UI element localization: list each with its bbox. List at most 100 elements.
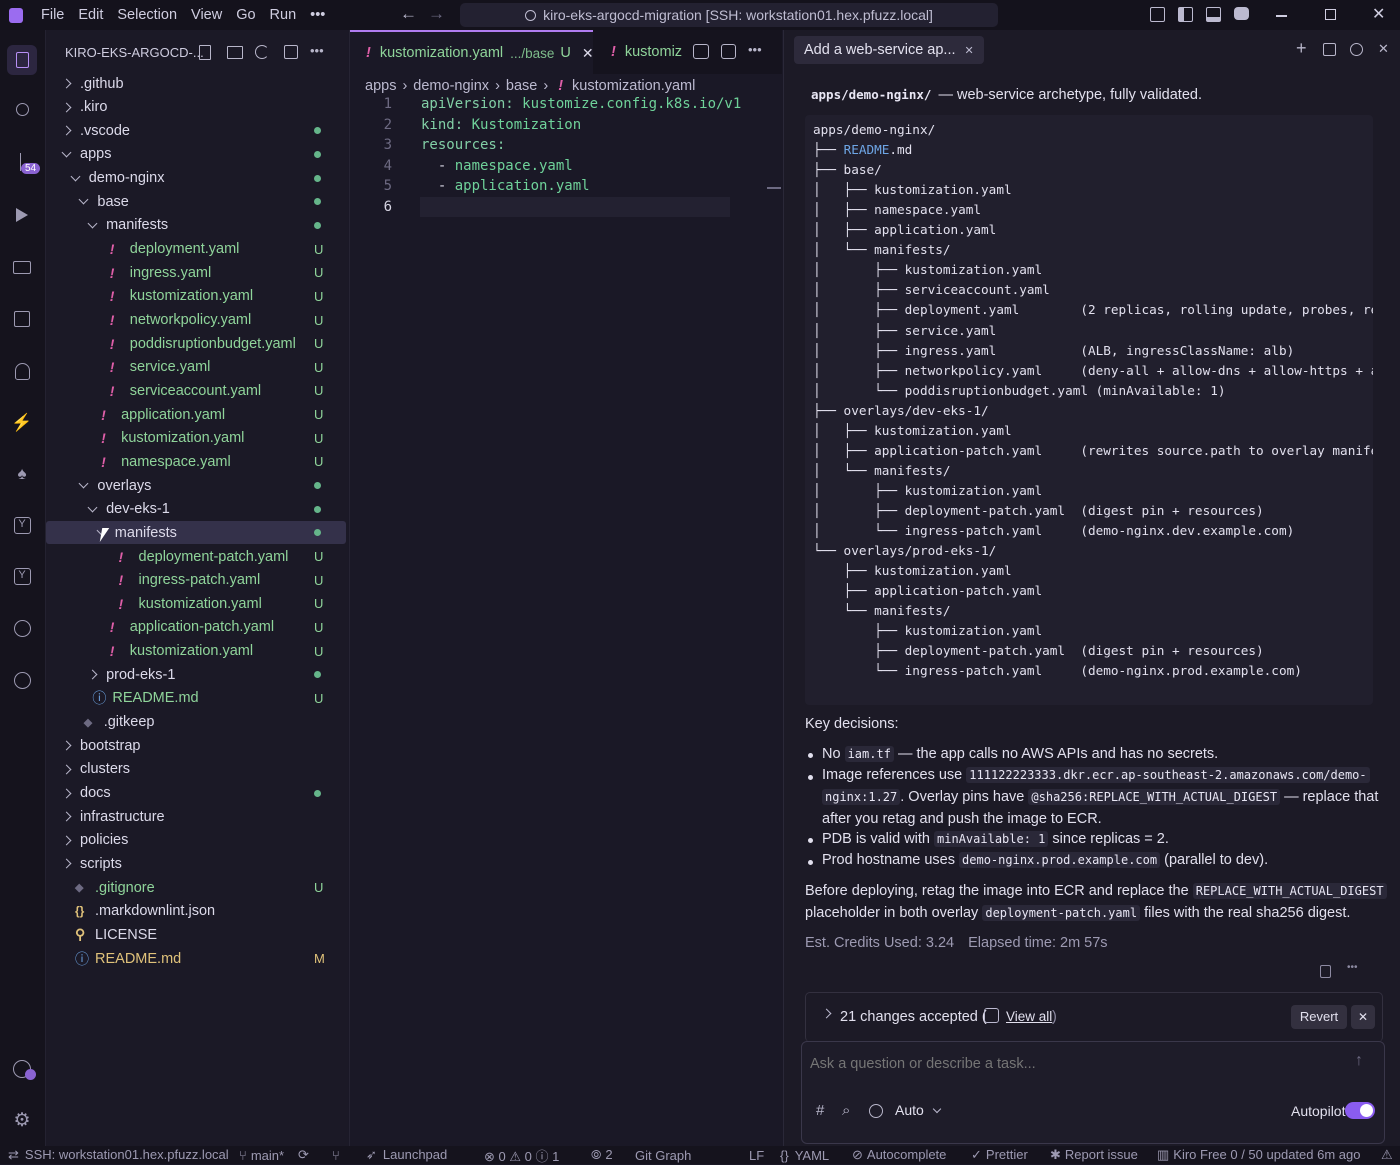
account-icon[interactable] (7, 1054, 37, 1084)
chat-history-icon[interactable] (1350, 43, 1363, 56)
breadcrumb-apps[interactable]: apps (365, 78, 396, 94)
argo-icon[interactable]: Y (7, 510, 37, 540)
tree-file[interactable]: ! namespace.yaml U (46, 450, 346, 473)
minimize-icon[interactable] (1276, 15, 1287, 17)
tree-file[interactable]: {} .markdownlint.json (46, 900, 346, 923)
breadcrumb-demo-nginx[interactable]: demo-nginx (413, 78, 489, 94)
notifications-bell-icon[interactable]: ⚠ (1381, 1147, 1393, 1163)
layout-customize-icon[interactable] (1150, 7, 1165, 22)
extensions-icon[interactable] (7, 304, 37, 334)
chat-session-tab[interactable]: Add a web-service ap... ✕ (794, 36, 984, 64)
settings-gear-icon[interactable]: ⚙ (7, 1105, 37, 1135)
send-arrow-icon[interactable]: ↑ (1355, 1052, 1363, 1070)
chat-history-list-icon[interactable] (1323, 43, 1336, 56)
explorer-more-icon[interactable]: ••• (310, 43, 324, 58)
eol-indicator[interactable]: LF (749, 1148, 764, 1163)
tree-file[interactable]: ! kustomization.yaml U (46, 592, 346, 615)
prettier-indicator[interactable]: ✓ Prettier (971, 1147, 1028, 1163)
breadcrumb-base[interactable]: base (506, 78, 537, 94)
ports-indicator[interactable]: ⦾ 2 (591, 1147, 613, 1163)
message-more-icon[interactable]: ••• (1347, 962, 1358, 973)
tree-folder[interactable]: base (46, 190, 346, 213)
source-control-icon[interactable]: 54 (7, 147, 41, 177)
hashtag-context-icon[interactable]: # (816, 1102, 824, 1119)
tree-folder[interactable]: .vscode (46, 119, 346, 142)
language-mode[interactable]: {} YAML (780, 1148, 829, 1163)
toggle-sidebar-icon[interactable] (1178, 7, 1193, 22)
tree-file[interactable]: ! application.yaml U (46, 403, 346, 426)
tree-file[interactable]: ! networkpolicy.yaml U (46, 309, 346, 332)
timeline-icon[interactable] (7, 665, 37, 695)
split-editor-icon[interactable] (721, 44, 736, 59)
launchpad-indicator[interactable]: ➶ Launchpad (366, 1147, 447, 1163)
tree-folder[interactable]: scripts (46, 852, 346, 875)
attach-paperclip-icon[interactable]: ⌕ (842, 1102, 850, 1119)
close-chat-tab-icon[interactable]: ✕ (965, 44, 974, 57)
kiro-ghost-icon[interactable] (7, 356, 37, 386)
menu-selection[interactable]: Selection (117, 7, 177, 23)
git-graph-icon[interactable] (7, 613, 37, 643)
dismiss-changes-button[interactable]: ✕ (1351, 1005, 1375, 1029)
explorer-icon[interactable] (7, 45, 37, 75)
search-view-icon[interactable] (7, 94, 37, 124)
menu-edit[interactable]: Edit (78, 7, 103, 23)
problems-indicator[interactable]: ⊗ 0 ⚠ 0 ⓘ 1 (484, 1146, 559, 1165)
tree-file[interactable]: ! deployment.yaml U (46, 238, 346, 261)
collapse-all-icon[interactable] (284, 45, 298, 59)
tree-file[interactable]: ! serviceaccount.yaml U (46, 379, 346, 402)
tab-kustomization-base[interactable]: ! kustomization.yaml .../base U ✕ (350, 30, 594, 74)
chat-toggle-icon[interactable] (1234, 7, 1249, 20)
branch-indicator[interactable]: ⑂ main* (239, 1148, 284, 1163)
copy-icon[interactable] (1320, 965, 1331, 978)
tree-folder[interactable]: clusters (46, 758, 346, 781)
tree-file[interactable]: ! kustomization.yaml U (46, 285, 346, 308)
kiro-usage-indicator[interactable]: ▥ Kiro Free 0 / 50 updated 6m ago (1157, 1147, 1360, 1163)
lightning-icon[interactable]: ⚡ (7, 408, 37, 438)
tree-folder[interactable]: .github (46, 72, 346, 95)
forward-arrow-icon[interactable]: → (428, 4, 445, 24)
tree-folder[interactable]: .kiro (46, 96, 346, 119)
close-chat-icon[interactable]: ✕ (1378, 41, 1389, 57)
autocomplete-toggle[interactable]: ⊘ Autocomplete (852, 1147, 946, 1163)
new-file-icon[interactable] (199, 45, 211, 60)
menu-file[interactable]: File (41, 7, 64, 23)
compare-changes-icon[interactable] (693, 44, 709, 59)
new-chat-icon[interactable]: + (1296, 38, 1307, 59)
tree-folder[interactable]: docs (46, 782, 346, 805)
minimap-slider[interactable] (767, 187, 781, 189)
tree-file[interactable]: ! kustomization.yaml U (46, 427, 346, 450)
menu-view[interactable]: View (191, 7, 222, 23)
close-tab-icon[interactable]: ✕ (582, 45, 594, 62)
new-folder-icon[interactable] (227, 46, 243, 59)
sync-icon[interactable]: ⟳ (298, 1147, 309, 1163)
tree-folder[interactable]: dev-eks-1 (46, 498, 346, 521)
tree-file[interactable]: ! service.yaml U (46, 356, 346, 379)
tree-file[interactable]: ⓘ README.md M (46, 947, 346, 970)
autopilot-toggle[interactable] (1345, 1102, 1375, 1119)
breadcrumb-file[interactable]: kustomization.yaml (572, 78, 695, 94)
tree-folder[interactable]: infrastructure (46, 805, 346, 828)
report-issue-button[interactable]: ✱ Report issue (1050, 1147, 1138, 1163)
code-editor[interactable]: 1 apiVersion: kustomize.config.k8s.io/v1 2… (350, 94, 780, 1144)
argo-alt-icon[interactable]: Y (7, 561, 37, 591)
tree-file[interactable]: ◆ .gitkeep (46, 711, 346, 734)
tab-kustomization-2[interactable]: ! kustomiz (593, 30, 701, 74)
tree-file[interactable]: ! poddisruptionbudget.yaml U (46, 332, 346, 355)
tree-icon[interactable]: ♠ (7, 459, 37, 489)
maximize-icon[interactable] (1325, 9, 1336, 20)
menu-go[interactable]: Go (236, 7, 255, 23)
git-compare-icon[interactable]: ⑂ (332, 1148, 340, 1163)
remote-ssh-indicator[interactable]: ⇄ SSH: workstation01.hex.pfuzz.local (8, 1147, 229, 1163)
tree-folder[interactable]: manifests (46, 521, 346, 545)
editor-more-icon[interactable]: ••• (748, 42, 762, 57)
tree-folder[interactable]: prod-eks-1 (46, 663, 346, 686)
menu-more[interactable]: ••• (310, 7, 325, 23)
command-center[interactable]: kiro-eks-argocd-migration [SSH: workstat… (460, 3, 998, 27)
tree-folder[interactable]: demo-nginx (46, 167, 346, 190)
menu-run[interactable]: Run (270, 7, 297, 23)
tree-file[interactable]: ⚲ LICENSE (46, 923, 346, 946)
tree-file[interactable]: ! ingress.yaml U (46, 261, 346, 284)
spec-circle-icon[interactable] (869, 1104, 883, 1118)
tree-folder[interactable]: apps (46, 143, 346, 166)
tree-folder[interactable]: manifests (46, 214, 346, 237)
